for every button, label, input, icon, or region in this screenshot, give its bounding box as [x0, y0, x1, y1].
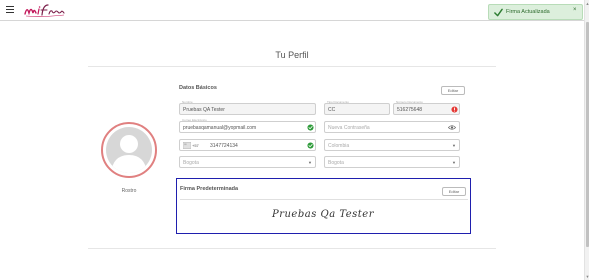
- menu-icon[interactable]: [6, 6, 14, 14]
- avatar-placeholder-icon: [106, 127, 152, 173]
- checkmark-icon: [494, 8, 503, 17]
- top-bar: Firma Actualizada ×: [0, 0, 584, 21]
- numero-documento-label: Número Documento: [396, 100, 423, 104]
- firma-title: Firma Predeterminada: [180, 186, 239, 192]
- scroll-down-icon[interactable]: ▼: [585, 274, 589, 279]
- toast-message: Firma Actualizada: [506, 9, 550, 15]
- pais-select[interactable]: Colombia ▼: [324, 139, 460, 151]
- edit-datos-button[interactable]: Editar: [441, 86, 465, 95]
- phone-prefix[interactable]: +57: [192, 143, 199, 148]
- ciudad-select[interactable]: Bogota ▼: [324, 156, 460, 168]
- edit-firma-button[interactable]: Editar: [442, 187, 466, 196]
- close-icon[interactable]: ×: [573, 7, 577, 13]
- correo-label: Correo Electrónico: [182, 118, 207, 122]
- avatar-label: Rostro: [121, 188, 137, 194]
- ciudad-value: Bogota: [328, 160, 344, 166]
- signature-text: Pruebas Qa Tester: [271, 209, 375, 220]
- departamento-select[interactable]: Bogota ▼: [179, 156, 316, 168]
- numero-documento-field[interactable]: Número Documento 516275648: [393, 100, 460, 115]
- title-divider: [88, 66, 496, 67]
- vertical-scrollbar[interactable]: ▲ ▼: [584, 0, 589, 280]
- valid-check-icon: [307, 142, 314, 149]
- bottom-divider: [88, 248, 496, 249]
- nombre-field[interactable]: Nombre Pruebas QA Tester: [179, 100, 316, 115]
- mifirma-logo[interactable]: [22, 2, 68, 18]
- departamento-value: Bogota: [183, 160, 199, 166]
- avatar[interactable]: [101, 122, 157, 178]
- telefono-field[interactable]: +57 3147724134: [179, 139, 316, 151]
- tipo-documento-label: Tipo Documento: [327, 100, 349, 104]
- page-title: Tu Perfil: [275, 50, 309, 60]
- datos-basicos-title: Datos Básicos: [179, 85, 217, 91]
- firma-predeterminada-panel: Firma Predeterminada Editar Pruebas Qa T…: [176, 178, 471, 234]
- tipo-documento-field[interactable]: Tipo Documento CC: [324, 100, 390, 115]
- chevron-down-icon: ▼: [452, 160, 456, 165]
- eye-icon[interactable]: [448, 124, 456, 131]
- correo-field[interactable]: Correo Electrónico pruebasqamanual@yopma…: [179, 118, 316, 133]
- valid-check-icon: [307, 124, 314, 131]
- pais-value: Colombia: [328, 143, 350, 149]
- error-icon: [451, 106, 458, 113]
- chevron-down-icon: ▼: [452, 143, 456, 148]
- firma-divider: [180, 199, 468, 200]
- password-placeholder: Nueva Contraseña: [328, 125, 370, 131]
- correo-value: pruebasqamanual@yopmail.com: [183, 125, 257, 131]
- numero-documento-value: 516275648: [397, 107, 423, 113]
- password-field[interactable]: Nueva Contraseña: [324, 121, 460, 133]
- tipo-documento-value: CC: [328, 107, 336, 113]
- nombre-label: Nombre: [182, 100, 193, 104]
- success-toast: Firma Actualizada ×: [488, 4, 583, 20]
- scroll-up-icon[interactable]: ▲: [585, 1, 589, 6]
- telefono-value: 3147724134: [210, 143, 238, 149]
- nombre-value: Pruebas QA Tester: [183, 107, 225, 113]
- chevron-down-icon: ▼: [308, 160, 312, 165]
- flag-icon: [183, 142, 191, 149]
